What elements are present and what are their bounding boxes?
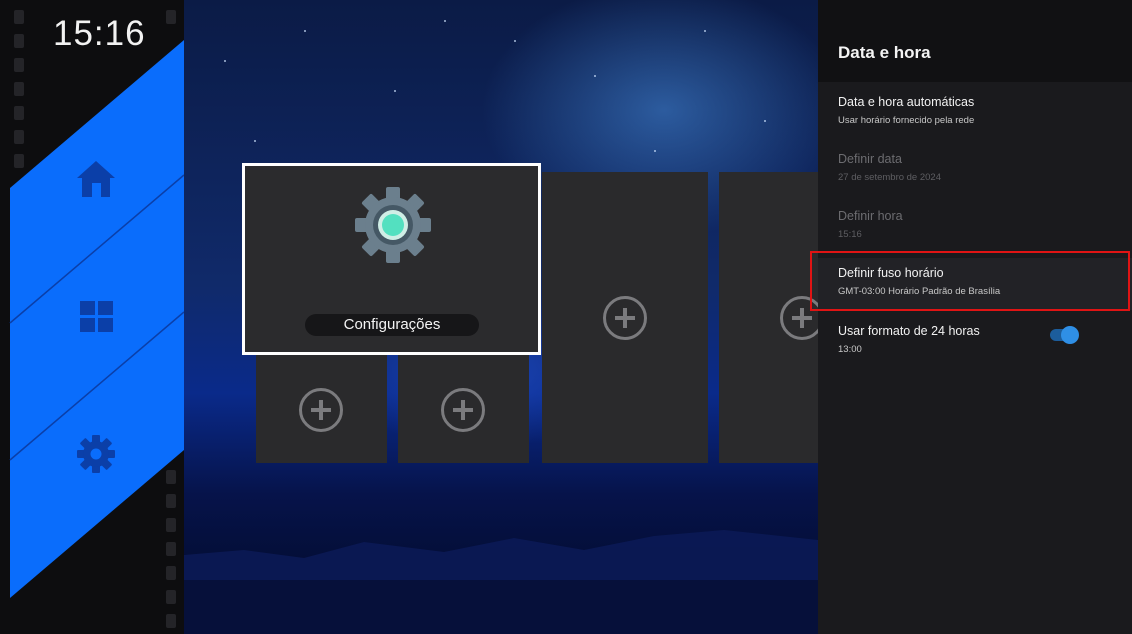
star bbox=[224, 60, 226, 62]
toggle-knob bbox=[1061, 326, 1079, 344]
panel-header: Data e hora bbox=[818, 0, 1132, 82]
star bbox=[304, 30, 306, 32]
option-title: Definir fuso horário bbox=[838, 266, 944, 280]
option-subtitle: 27 de setembro de 2024 bbox=[838, 172, 941, 183]
side-rail: 15:16 bbox=[0, 0, 184, 634]
star bbox=[444, 20, 446, 22]
add-circle-icon bbox=[299, 388, 343, 432]
settings-gear-icon bbox=[355, 187, 431, 263]
add-circle-icon bbox=[441, 388, 485, 432]
option-subtitle: Usar horário fornecido pela rede bbox=[838, 115, 975, 126]
option-title: Usar formato de 24 horas bbox=[838, 324, 980, 338]
clock: 15:16 bbox=[53, 14, 146, 53]
star bbox=[764, 120, 766, 122]
star bbox=[704, 30, 706, 32]
option-subtitle: GMT-03:00 Horário Padrão de Brasília bbox=[838, 286, 1001, 297]
option-24-hour-format[interactable]: Usar formato de 24 horas 13:00 bbox=[818, 316, 1132, 370]
settings-panel: Data e hora Data e hora automáticas Usar… bbox=[818, 0, 1132, 634]
option-title: Definir hora bbox=[838, 209, 903, 223]
option-set-time-zone[interactable]: Definir fuso horário GMT-03:00 Horário P… bbox=[818, 258, 1132, 310]
app-tile-configuracoes[interactable]: Configurações bbox=[242, 163, 541, 355]
empty-app-slot[interactable] bbox=[719, 172, 818, 463]
gear-icon[interactable] bbox=[77, 435, 115, 473]
star bbox=[514, 40, 516, 42]
option-set-time: Definir hora 15:16 bbox=[818, 201, 1132, 255]
star bbox=[254, 140, 256, 142]
mountain-silhouette bbox=[184, 530, 818, 634]
star bbox=[654, 150, 656, 152]
panel-title: Data e hora bbox=[838, 43, 931, 62]
star bbox=[594, 75, 596, 77]
empty-app-slot[interactable] bbox=[542, 172, 708, 463]
option-subtitle: 13:00 bbox=[838, 344, 862, 355]
app-tile-label: Configurações bbox=[305, 314, 479, 336]
option-subtitle: 15:16 bbox=[838, 229, 862, 240]
empty-app-slot[interactable] bbox=[256, 355, 387, 463]
empty-app-slot[interactable] bbox=[398, 355, 529, 463]
option-set-date: Definir data 27 de setembro de 2024 bbox=[818, 144, 1132, 198]
grid-icon[interactable] bbox=[80, 301, 114, 333]
add-circle-icon bbox=[780, 296, 818, 340]
home-icon[interactable] bbox=[75, 159, 117, 199]
star bbox=[394, 90, 396, 92]
option-auto-date-time[interactable]: Data e hora automáticas Usar horário for… bbox=[818, 87, 1132, 141]
option-title: Data e hora automáticas bbox=[838, 95, 975, 109]
option-title: Definir data bbox=[838, 152, 902, 166]
add-circle-icon bbox=[603, 296, 647, 340]
